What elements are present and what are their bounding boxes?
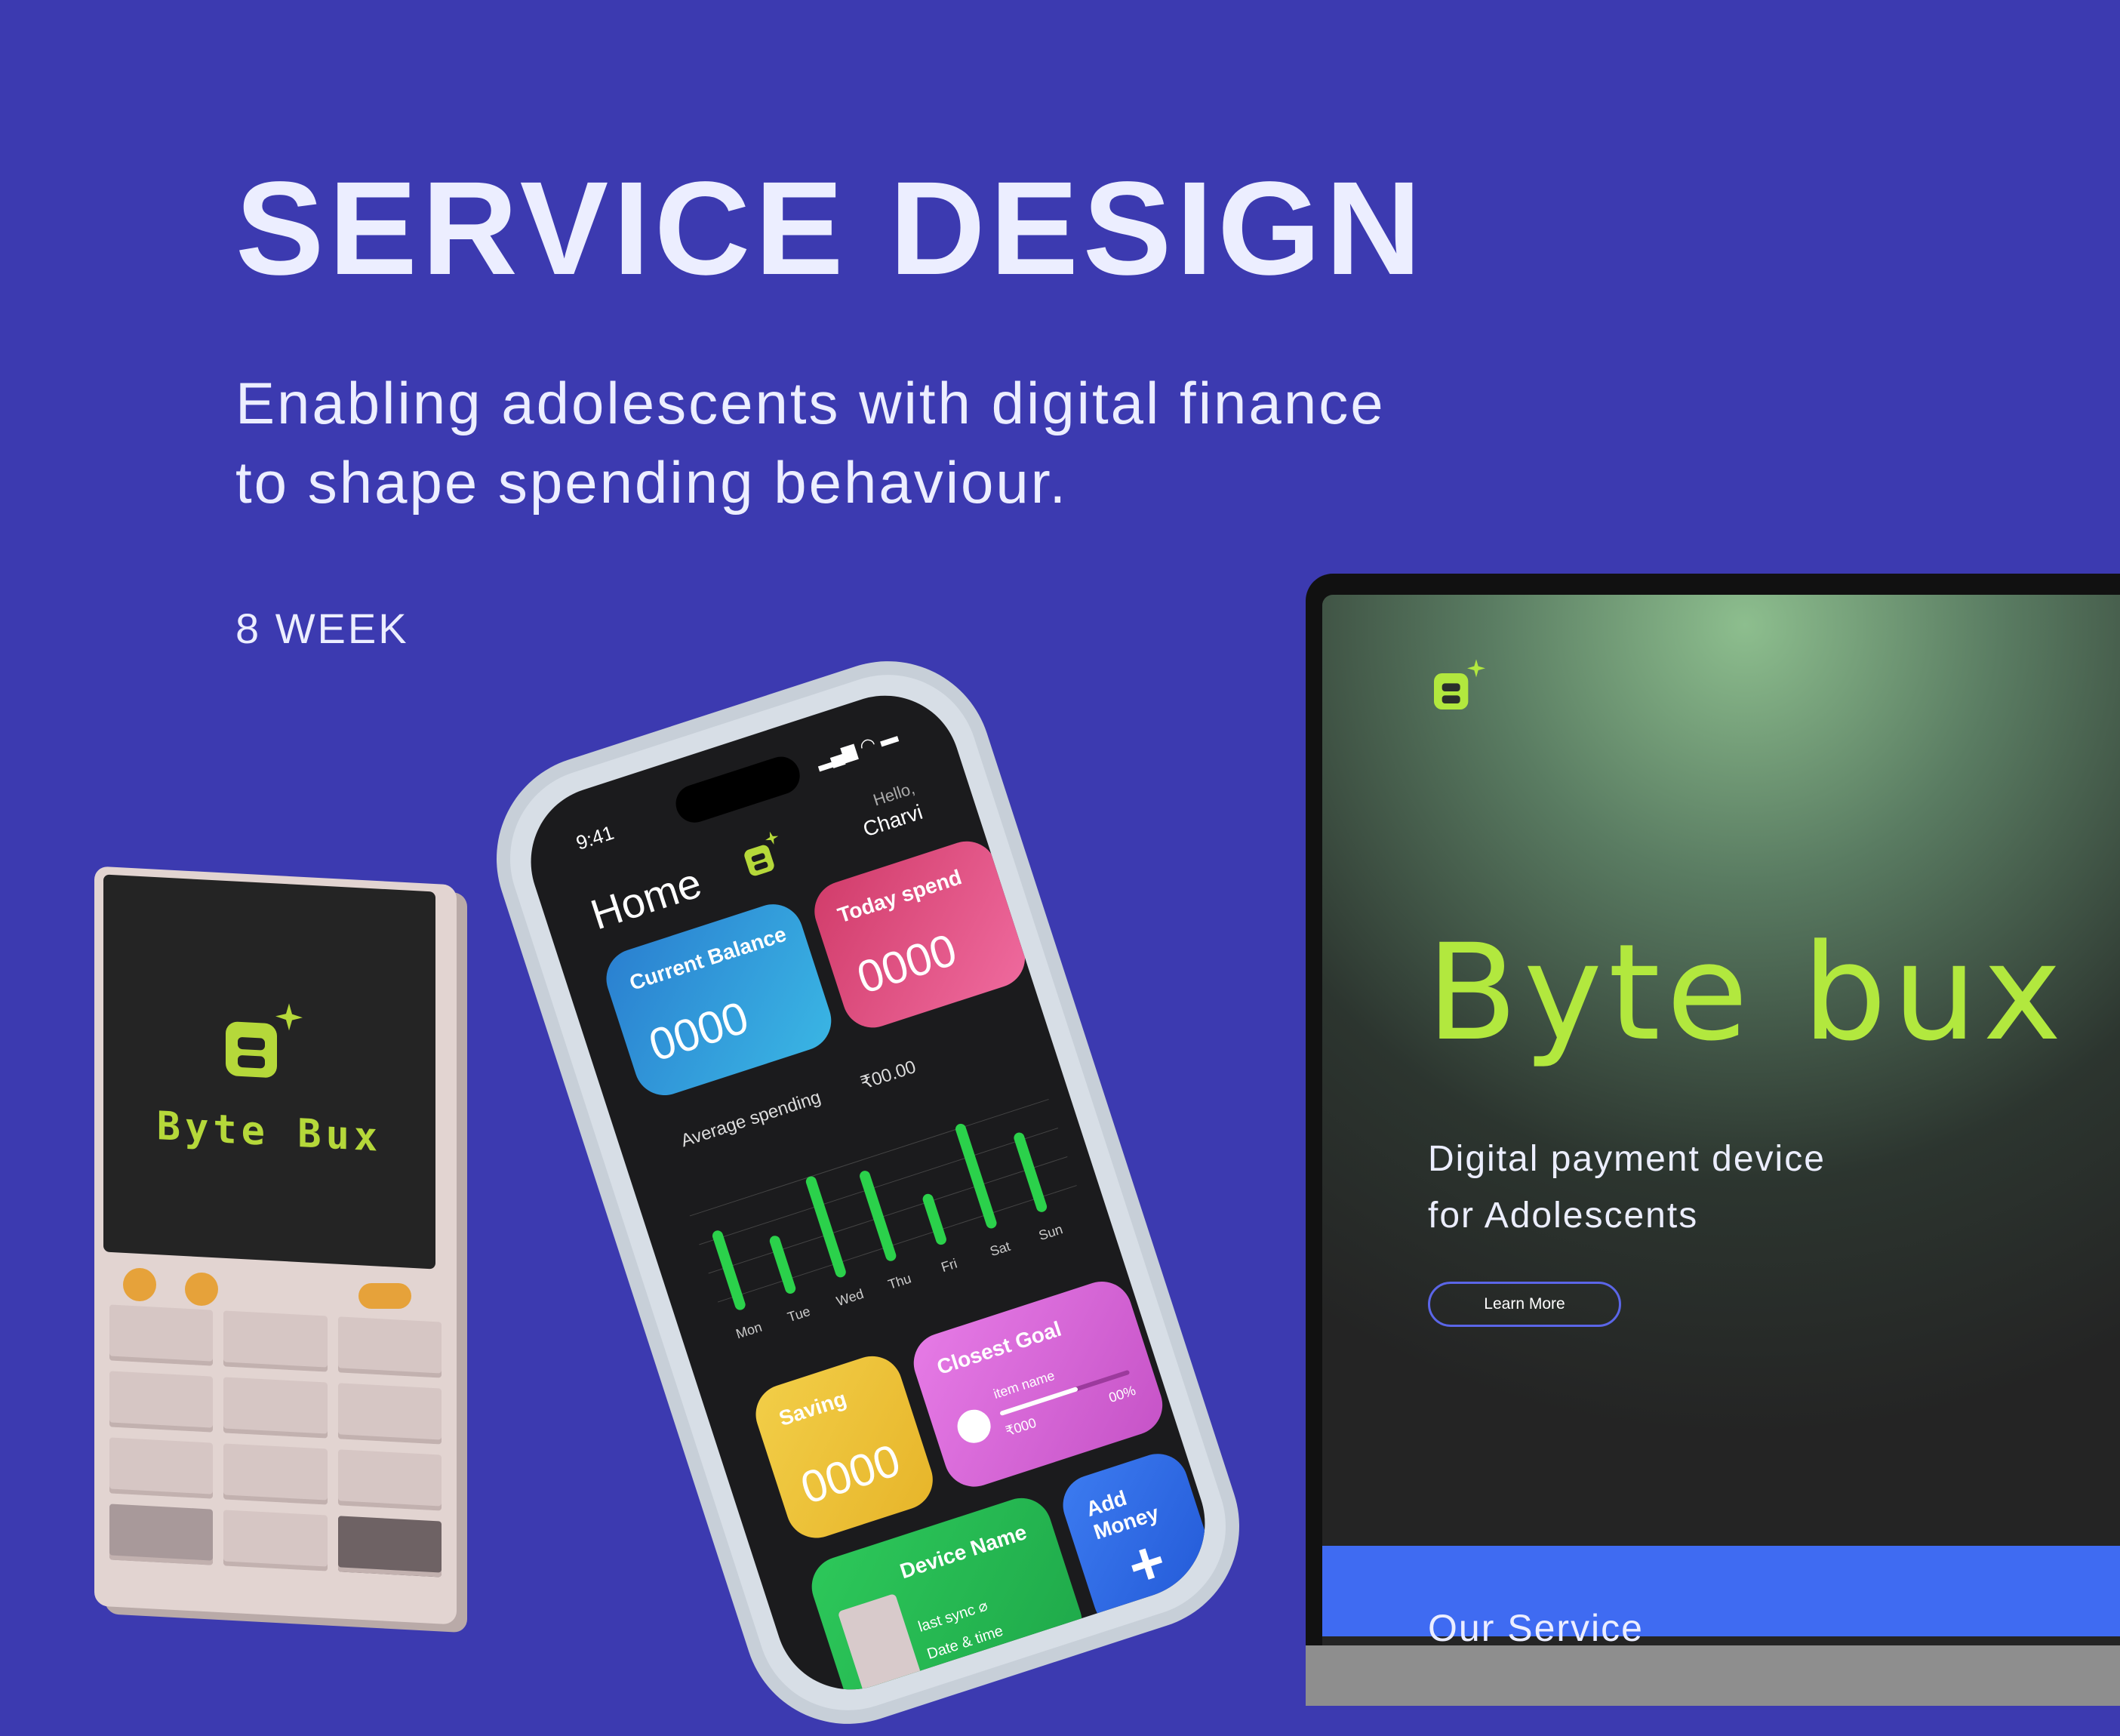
saving-card[interactable]: Saving 0000 [748,1348,941,1546]
current-balance-value: 0000 [642,991,755,1071]
phone-frame: 9:41 ▂▄▆ ◠ ▬ Home Hello, Charvi Current … [486,651,1250,1734]
phone-screen: 9:41 ▂▄▆ ◠ ▬ Home Hello, Charvi Current … [511,676,1225,1710]
byte-bux-logo-icon [226,1003,303,1078]
keypad-key[interactable] [337,1383,442,1445]
keypad-key[interactable] [337,1316,442,1378]
keypad-key[interactable] [109,1371,214,1433]
keypad-key[interactable] [223,1310,328,1372]
today-spend-label: Today spend [835,865,965,928]
day-label: Wed [834,1285,866,1310]
keypad-key[interactable] [109,1504,214,1565]
dynamic-island [671,752,805,828]
device-screen: Byte Bux [103,874,435,1270]
our-service-heading: Our Service [1428,1607,1644,1649]
device-keypad [109,1304,442,1577]
day-label: Tue [785,1303,813,1325]
bar-fri [921,1193,948,1246]
laptop-tagline-1: Digital payment device [1428,1139,1826,1179]
keypad-key[interactable] [223,1377,328,1439]
laptop-mockup: Byte bux Digital payment device for Adol… [1306,574,2120,1706]
keypad-key[interactable] [223,1443,328,1505]
goal-percent: 00% [1106,1382,1138,1406]
day-label: Mon [734,1319,764,1342]
app-logo-icon [744,831,779,876]
keypad-key[interactable] [337,1449,442,1511]
add-icon: + [1119,1525,1174,1601]
day-label: Fri [939,1255,959,1276]
subtitle-line-2: to shape spending behaviour. [235,449,1069,516]
learn-more-button[interactable]: Learn More [1428,1282,1621,1327]
average-spending-label: Average spending [678,1087,823,1152]
keypad-key[interactable] [223,1510,328,1571]
today-spend-card[interactable]: Today spend 0000 [806,833,1033,1036]
average-spending-value: ₹00.00 [857,1057,918,1094]
goal-amount: ₹000 [1003,1414,1038,1439]
laptop-tagline-2: for Adolescents [1428,1196,1699,1236]
status-time: 9:41 [573,820,617,854]
day-label: Thu [886,1270,913,1293]
bar-wed [805,1174,848,1279]
bar-sat [954,1122,998,1230]
home-title: Home [585,858,707,939]
current-balance-label: Current Balance [626,922,789,996]
goal-item-avatar [952,1405,995,1448]
subtitle-line-1: Enabling adolescents with digital financ… [235,370,1386,436]
saving-value: 0000 [795,1434,906,1514]
day-label: Sat [988,1238,1013,1260]
saving-label: Saving [776,1387,850,1431]
physical-payment-device: Byte Bux [72,860,479,1630]
keypad-key[interactable] [109,1437,214,1499]
device-button-left[interactable] [123,1268,156,1301]
laptop-base [1306,1645,2120,1706]
device-brand: Byte Bux [156,1103,383,1161]
byte-bux-logo-icon [1434,659,1485,709]
device-thumbnail [837,1593,923,1698]
keypad-key[interactable] [337,1516,442,1577]
user-name: Charvi [860,799,926,842]
status-icons: ▂▄▆ ◠ ▬ [814,726,901,772]
keypad-key[interactable] [109,1304,214,1366]
page-headline: SERVICE DESIGN [235,155,1426,303]
device-card-label: Device Name [897,1520,1030,1584]
device-button-middle[interactable] [185,1273,218,1306]
bar-thu [858,1169,898,1263]
day-label: Sun [1036,1221,1065,1244]
laptop-screen: Byte bux Digital payment device for Adol… [1322,595,2120,1706]
project-duration: 8 WEEK [235,605,409,652]
device-button-right[interactable] [358,1283,411,1309]
bar-tue [768,1234,798,1295]
add-money-card[interactable]: Add Money + [1055,1445,1225,1637]
laptop-brand: Byte bux [1426,916,2068,1070]
today-spend-value: 0000 [851,924,963,1004]
